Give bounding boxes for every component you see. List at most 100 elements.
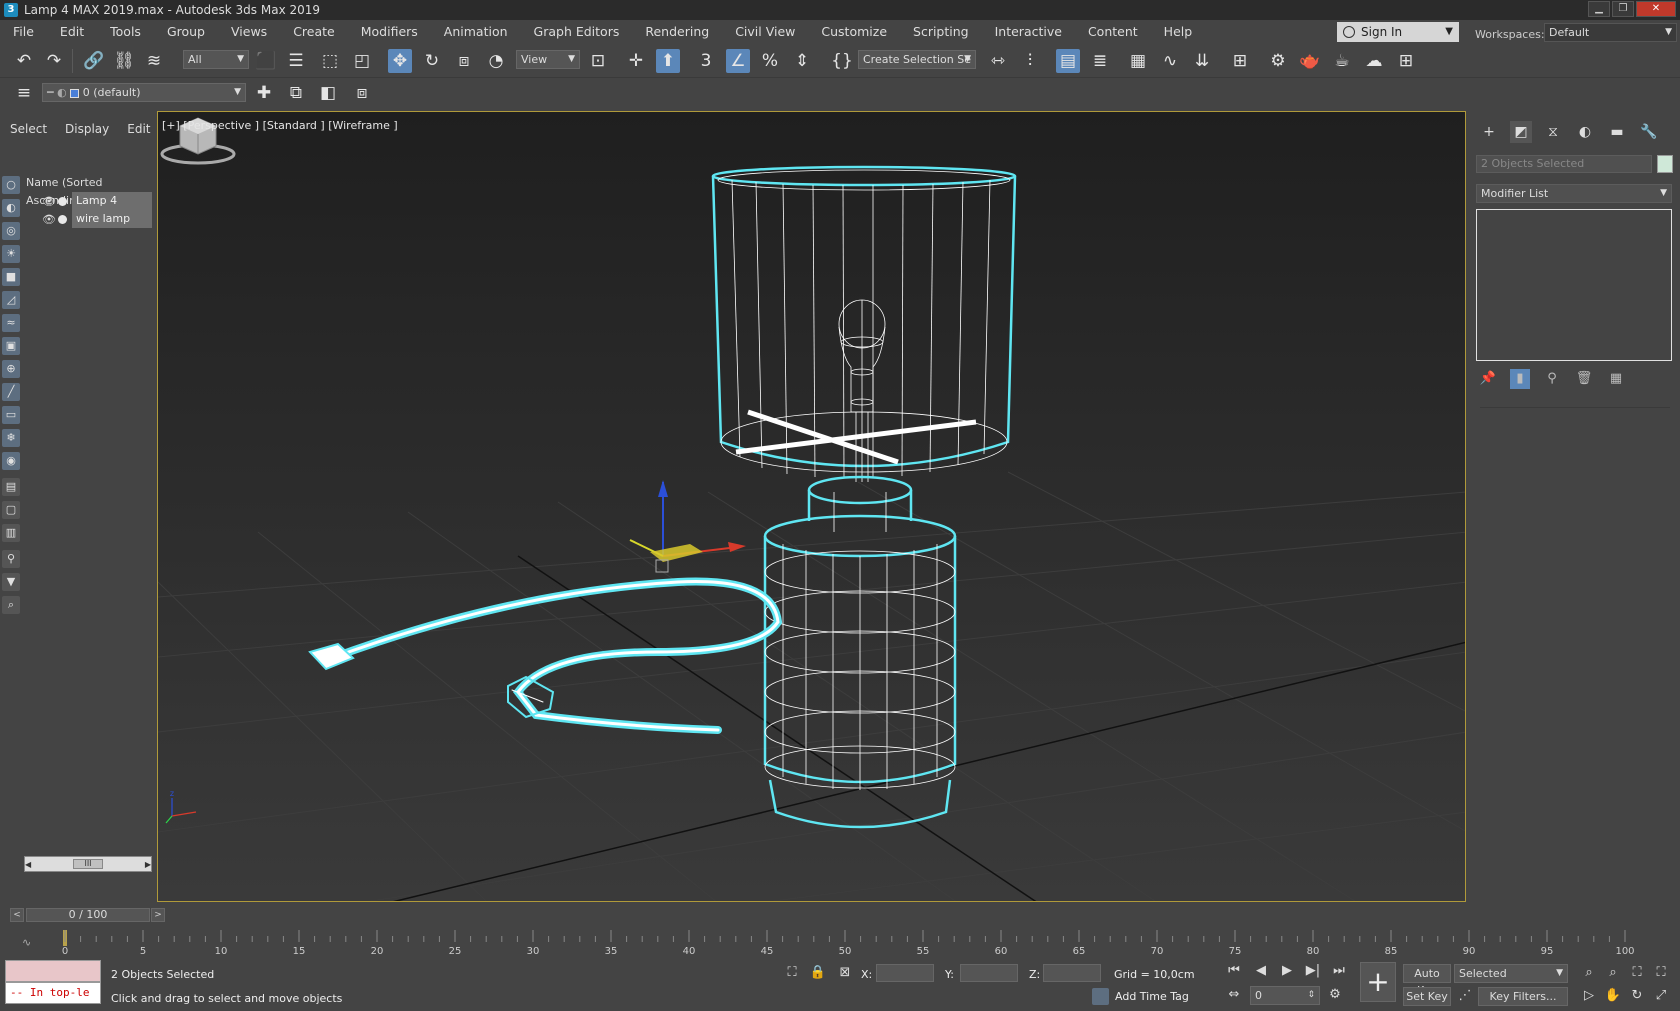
move-icon[interactable]: ✥ (388, 49, 412, 73)
display-geometry-icon[interactable]: ◐ (2, 199, 20, 217)
menu-rendering[interactable]: Rendering (632, 20, 722, 44)
modifier-stack[interactable] (1476, 209, 1672, 361)
menu-civil-view[interactable]: Civil View (722, 20, 808, 44)
zoom-extents-all-icon[interactable]: ⛶ (1652, 964, 1670, 982)
menu-interactive[interactable]: Interactive (982, 20, 1075, 44)
toggle-layer-explorer-icon[interactable]: ≣ (1088, 49, 1112, 73)
undo-icon[interactable]: ↶ (12, 49, 36, 73)
display-helpers-icon[interactable]: ◿ (2, 291, 20, 309)
selection-filter-select[interactable]: All ▼ (183, 50, 249, 69)
keyboard-shortcut-override-icon[interactable]: ⬆ (656, 49, 680, 73)
explorer-tab-select[interactable]: Select (10, 122, 47, 136)
toggle-scene-explorer-icon[interactable]: ▤ (1056, 49, 1080, 73)
align-icon[interactable]: ⫶ (1018, 49, 1042, 73)
layers-icon[interactable]: ≡ (12, 81, 36, 105)
modifier-list-select[interactable]: Modifier List ▼ (1476, 184, 1672, 203)
display-groups-icon[interactable]: ▣ (2, 337, 20, 355)
auto-key-button[interactable]: Auto Key (1403, 964, 1451, 997)
display-bones-icon[interactable]: ╱ (2, 383, 20, 401)
scroll-left-icon[interactable]: ◀ (25, 860, 31, 869)
time-slider-bar[interactable]: 0 / 100 (26, 908, 150, 922)
render-production-icon[interactable]: ☕ (1330, 49, 1354, 73)
tree-row-label[interactable]: Lamp 4 (72, 192, 152, 210)
pivot-center-icon[interactable]: ⊡ (586, 49, 610, 73)
object-color-swatch[interactable] (1657, 155, 1673, 173)
absolute-mode-icon[interactable]: ⊠ (836, 964, 854, 982)
tree-row-label[interactable]: wire lamp (72, 210, 152, 228)
render-in-cloud-icon[interactable]: ☁ (1362, 49, 1386, 73)
spinner-snap-icon[interactable]: ⇕ (790, 49, 814, 73)
display-lights-icon[interactable]: ☀ (2, 245, 20, 263)
set-current-layer-icon[interactable]: ⧈ (350, 81, 374, 105)
key-mode-select[interactable]: Selected ▼ (1454, 964, 1568, 983)
default-in-out-tangents-icon[interactable]: ⋰ (1456, 987, 1474, 1005)
utilities-tab-icon[interactable]: 🔧 (1638, 121, 1660, 143)
display-shapes-icon[interactable]: ◎ (2, 222, 20, 240)
menu-edit[interactable]: Edit (47, 20, 97, 44)
set-key-button[interactable]: Set Key (1403, 987, 1451, 1006)
viewport-label[interactable]: [+] [Perspective ] [Standard ] [Wirefram… (162, 119, 398, 132)
explorer-tab-edit[interactable]: Edit (127, 122, 150, 136)
rotate-icon[interactable]: ↻ (420, 49, 444, 73)
track-bar[interactable]: ∿ 0 5 10 15 20 25 30 35 40 45 50 55 60 65 70 75 80 85 90 95… (0, 926, 1680, 956)
field-of-view-icon[interactable]: ▷ (1580, 987, 1598, 1005)
menu-modifiers[interactable]: Modifiers (348, 20, 431, 44)
material-editor-icon[interactable]: ⊞ (1228, 49, 1252, 73)
maxscript-output[interactable]: -- In top-le (5, 982, 101, 1004)
y-coordinate-field[interactable] (960, 964, 1018, 982)
time-configuration-icon[interactable]: ⚙ (1326, 986, 1344, 1004)
menu-file[interactable]: File (0, 20, 47, 44)
create-tab-icon[interactable]: + (1478, 121, 1500, 143)
snaps-toggle-icon[interactable]: 3 (694, 49, 718, 73)
scrollbar-thumb[interactable]: III (73, 859, 103, 869)
make-unique-icon[interactable]: ⚲ (1542, 369, 1562, 389)
menu-group[interactable]: Group (154, 20, 218, 44)
percent-snap-icon[interactable]: % (758, 49, 782, 73)
menu-animation[interactable]: Animation (431, 20, 521, 44)
create-new-layer-icon[interactable]: ✚ (252, 81, 276, 105)
hierarchy-tab-icon[interactable]: ⧖ (1542, 121, 1564, 143)
restore-button[interactable]: ❐ (1612, 1, 1634, 17)
display-cameras-icon[interactable]: ■ (2, 268, 20, 286)
motion-tab-icon[interactable]: ◐ (1574, 121, 1596, 143)
previous-frame-icon[interactable]: ◀ (1252, 962, 1270, 980)
select-object-icon[interactable]: ⬛ (254, 49, 278, 73)
display-containers-icon[interactable]: ▭ (2, 406, 20, 424)
tree-row[interactable]: 👁 Lamp 4 (24, 192, 152, 210)
toggle-ribbon-icon[interactable]: ▦ (1126, 49, 1150, 73)
remove-modifier-icon[interactable]: 🗑 (1574, 369, 1594, 389)
window-crossing-icon[interactable]: ◰ (350, 49, 374, 73)
menu-scripting[interactable]: Scripting (900, 20, 982, 44)
maxscript-input[interactable] (5, 960, 101, 982)
select-in-layer-icon[interactable]: ◧ (316, 81, 340, 105)
zoom-icon[interactable]: ⌕ (1580, 964, 1598, 982)
add-to-layer-icon[interactable]: ⧉ (284, 81, 308, 105)
filter-icon[interactable]: ⚲ (2, 550, 20, 568)
select-by-name-icon[interactable]: ☰ (284, 49, 308, 73)
go-to-start-icon[interactable]: ⏮ (1225, 962, 1243, 980)
next-frame-icon[interactable]: ▶| (1304, 962, 1322, 980)
unlink-icon[interactable]: ⛓ (112, 49, 136, 73)
play-icon[interactable]: ▶ (1278, 962, 1296, 980)
reference-coordinate-select[interactable]: View ▼ (516, 50, 580, 69)
menu-views[interactable]: Views (218, 20, 280, 44)
display-space-warps-icon[interactable]: ≈ (2, 314, 20, 332)
menu-help[interactable]: Help (1151, 20, 1206, 44)
mirror-icon[interactable]: ⇿ (986, 49, 1010, 73)
orbit-icon[interactable]: ↻ (1628, 987, 1646, 1005)
object-name-field[interactable]: 2 Objects Selected (1476, 155, 1652, 173)
column-header-name[interactable]: Name (Sorted Ascending) (24, 174, 152, 207)
scroll-right-icon[interactable]: ▶ (145, 860, 151, 869)
display-frozen-icon[interactable]: ❄ (2, 429, 20, 447)
pin-stack-icon[interactable]: 📌 (1478, 369, 1498, 389)
funnel-icon[interactable]: ▼ (2, 573, 20, 591)
curve-editor-icon[interactable]: ∿ (1158, 49, 1182, 73)
current-frame-field[interactable]: 0 ⇕ (1250, 986, 1320, 1005)
place-icon[interactable]: ◔ (484, 49, 508, 73)
key-filters-button[interactable]: Key Filters... (1478, 987, 1568, 1006)
rectangular-selection-icon[interactable]: ⬚ (318, 49, 342, 73)
current-layer-select[interactable]: ━ ◐ 0 (default) ▼ (42, 83, 246, 102)
spinner-icon[interactable]: ⇕ (1307, 987, 1315, 1004)
maximize-viewport-icon[interactable]: ⤢ (1652, 987, 1670, 1005)
display-none-icon[interactable]: ○ (2, 176, 20, 194)
